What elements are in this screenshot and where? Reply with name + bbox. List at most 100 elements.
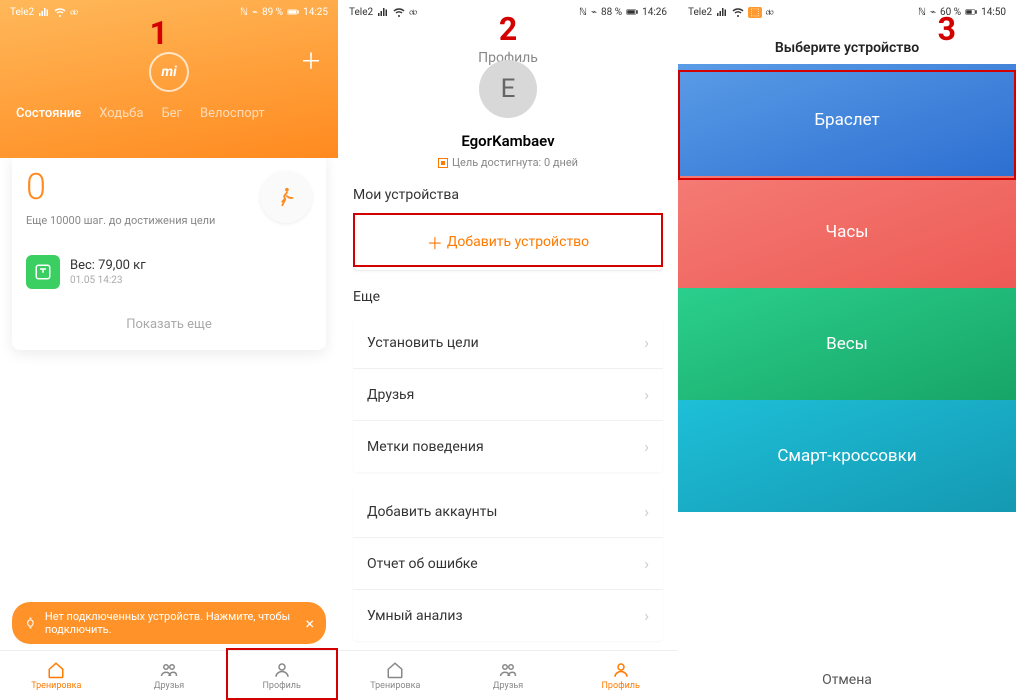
highlight-box: [353, 213, 663, 267]
item-label: Отчет об ошибке: [367, 556, 478, 572]
bottom-nav: Тренировка Друзья Профиль: [339, 650, 677, 700]
settings-list-1: Установить цели › Друзья › Метки поведен…: [353, 317, 663, 472]
wifi-icon: [393, 6, 405, 18]
nav-workout-label: Тренировка: [370, 681, 420, 691]
highlight-box: [226, 648, 338, 700]
nav-profile-label: Профиль: [601, 681, 639, 691]
nfc-icon: ℕ: [240, 7, 248, 18]
item-label: Установить цели: [367, 335, 479, 351]
nav-profile[interactable]: Профиль: [564, 651, 677, 700]
signal-icon: [716, 6, 728, 18]
nfc-icon: ℕ: [579, 7, 587, 18]
chevron-right-icon: ›: [644, 606, 649, 625]
walk-icon: [260, 171, 312, 223]
item-label: Добавить аккаунты: [367, 504, 497, 520]
chevron-right-icon: ›: [644, 333, 649, 352]
highlight-box: [678, 70, 1016, 180]
no-device-toast[interactable]: Нет подключенных устройств. Нажмите, что…: [12, 602, 326, 644]
bluetooth-icon: ⌁: [930, 7, 936, 18]
nav-workout[interactable]: Тренировка: [339, 651, 452, 700]
chevron-right-icon: ›: [644, 502, 649, 521]
tile-shoes[interactable]: Смарт-кроссовки: [678, 400, 1016, 512]
signal-icon: [38, 6, 50, 18]
tabs: Состояние Ходьба Бег Велоспорт: [0, 92, 338, 133]
app-badge-icon: ⬚: [748, 7, 761, 18]
tab-bike[interactable]: Велоспорт: [200, 106, 265, 121]
steps-subtext: Еще 10000 шаг. до достижения цели: [26, 214, 215, 227]
username: EgorKambaev: [339, 132, 677, 150]
weight-time: 01.05 14:23: [70, 275, 146, 286]
tile-label: Часы: [826, 222, 869, 242]
nav-friends-label: Друзья: [493, 681, 523, 691]
tab-status[interactable]: Состояние: [16, 106, 81, 121]
nav-workout-label: Тренировка: [31, 681, 81, 691]
clock: 14:25: [303, 7, 328, 18]
accounts-item[interactable]: Добавить аккаунты ›: [353, 486, 663, 538]
smart-analysis-item[interactable]: Умный анализ ›: [353, 590, 663, 641]
friends-icon: [499, 661, 517, 679]
battery-pct: 88 %: [601, 7, 622, 18]
bluetooth-icon: ⌁: [591, 7, 597, 18]
chevron-right-icon: ›: [644, 554, 649, 573]
step-number: 1: [150, 14, 168, 52]
tile-label: Весы: [826, 334, 868, 354]
show-more[interactable]: Показать еще: [26, 313, 312, 336]
infinity-icon: ⧞: [409, 7, 417, 18]
nav-friends-label: Друзья: [154, 681, 184, 691]
tile-watch[interactable]: Часы: [678, 176, 1016, 288]
tile-label: Смарт-кроссовки: [777, 446, 916, 466]
add-icon[interactable]: ＋: [300, 44, 322, 76]
tab-walk[interactable]: Ходьба: [99, 106, 143, 121]
signal-icon: [377, 6, 389, 18]
target-icon: [438, 158, 448, 168]
behavior-item[interactable]: Метки поведения ›: [353, 421, 663, 472]
step-number: 3: [938, 10, 956, 48]
more-section: Еще: [353, 289, 663, 305]
carrier: Tele2: [688, 7, 712, 18]
carrier: Tele2: [10, 7, 34, 18]
nav-workout[interactable]: Тренировка: [0, 651, 113, 700]
goals-item[interactable]: Установить цели ›: [353, 317, 663, 369]
battery-icon: [626, 6, 638, 18]
steps-count: 0: [26, 166, 215, 208]
bracelet-icon: [24, 615, 37, 631]
tab-run[interactable]: Бег: [161, 106, 182, 121]
goal-label: Цель достигнута: 0 дней: [452, 156, 578, 169]
settings-list-2: Добавить аккаунты › Отчет об ошибке › Ум…: [353, 486, 663, 641]
item-label: Метки поведения: [367, 439, 484, 455]
avatar[interactable]: E: [479, 60, 537, 118]
goal-text: Цель достигнута: 0 дней: [339, 156, 677, 169]
battery-pct: 89 %: [262, 7, 283, 18]
cancel-button[interactable]: Отмена: [678, 672, 1016, 688]
devices-section: Мои устройства: [353, 187, 663, 203]
tile-scale[interactable]: Весы: [678, 288, 1016, 400]
wifi-icon: [732, 6, 744, 18]
item-label: Умный анализ: [367, 608, 463, 624]
profile-icon: [612, 661, 630, 679]
carrier: Tele2: [349, 7, 373, 18]
bluetooth-icon: ⌁: [252, 7, 258, 18]
home-icon: [47, 661, 65, 679]
chevron-right-icon: ›: [644, 385, 649, 404]
friends-icon: [160, 661, 178, 679]
nav-friends[interactable]: Друзья: [452, 651, 565, 700]
toast-text: Нет подключенных устройств. Нажмите, что…: [45, 610, 298, 636]
status-bar: Tele2 ⬚ ⧞ ℕ ⌁ 60 % 14:50: [678, 0, 1016, 24]
step-number: 2: [499, 10, 517, 48]
bugreport-item[interactable]: Отчет об ошибке ›: [353, 538, 663, 590]
close-icon[interactable]: ×: [305, 614, 314, 633]
status-bar: Tele2 ⧞ ℕ ⌁ 89 % 14:25: [0, 0, 338, 24]
scale-icon: [26, 255, 60, 289]
chevron-right-icon: ›: [644, 437, 649, 456]
weight-row[interactable]: Вес: 79,00 кг 01.05 14:23: [26, 255, 312, 289]
weight-label: Вес: 79,00 кг: [70, 258, 146, 273]
status-card: 0 Еще 10000 шаг. до достижения цели Вес:…: [12, 152, 326, 350]
item-label: Друзья: [367, 387, 414, 403]
wifi-icon: [54, 6, 66, 18]
nav-friends[interactable]: Друзья: [113, 651, 226, 700]
friends-item[interactable]: Друзья ›: [353, 369, 663, 421]
infinity-icon: ⧞: [70, 7, 78, 18]
battery-icon: [287, 6, 299, 18]
battery-icon: [965, 6, 977, 18]
nfc-icon: ℕ: [918, 7, 926, 18]
